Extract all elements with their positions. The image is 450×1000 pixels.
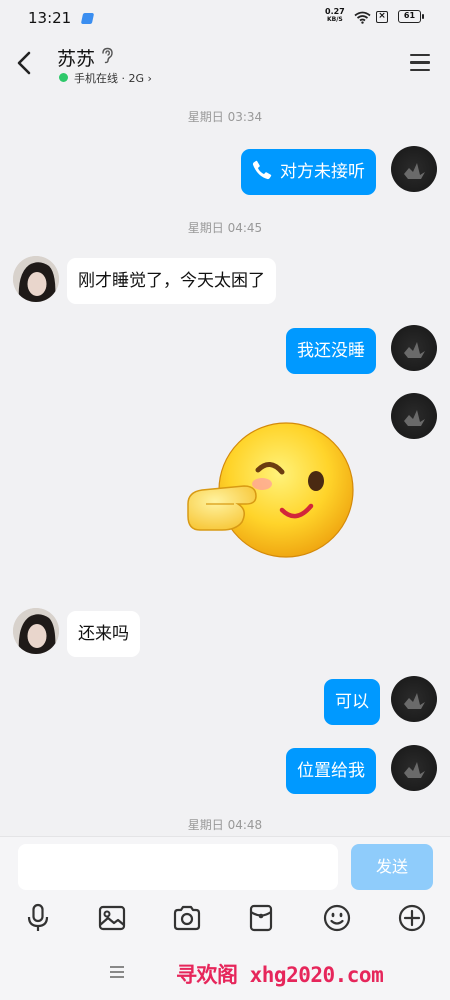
avatar[interactable] (13, 256, 59, 302)
no-sim-icon: × (376, 11, 388, 23)
timestamp: 星期日 03:34 (187, 110, 263, 124)
nav-menu-icon[interactable] (110, 966, 124, 978)
wink-emoji-sticker[interactable] (186, 418, 356, 563)
watermark: 寻欢阁 xhg2020.com (176, 963, 384, 987)
network-speed-unit: KB/S (327, 16, 343, 23)
battery-icon: 61 (398, 10, 424, 23)
battery-level: 61 (403, 11, 416, 20)
camera-icon[interactable] (172, 903, 202, 933)
app-notification-icon (80, 13, 95, 24)
emoji-icon[interactable] (322, 903, 352, 933)
send-button[interactable]: 发送 (351, 844, 433, 890)
red-packet-icon[interactable] (246, 903, 276, 933)
call-message-bubble[interactable]: 对方未接听 (241, 149, 376, 195)
network-speed: 0.27 KB/S (325, 8, 345, 24)
timestamp: 星期日 04:48 (187, 818, 263, 832)
call-status-text: 对方未接听 (280, 162, 365, 182)
avatar[interactable] (391, 393, 437, 439)
message-bubble[interactable]: 位置给我 (286, 748, 376, 794)
online-status[interactable]: 手机在线 · 2G › (74, 70, 152, 86)
network-speed-value: 0.27 (325, 7, 345, 16)
message-bubble[interactable]: 刚才睡觉了，今天太困了 (67, 258, 276, 304)
mic-icon[interactable] (23, 903, 53, 933)
timestamp: 星期日 04:45 (187, 221, 263, 235)
message-input[interactable] (18, 844, 338, 890)
menu-icon[interactable] (410, 54, 430, 72)
contact-name[interactable]: 苏苏 (57, 44, 95, 71)
status-bar: 13:21 0.27 KB/S × 61 (0, 0, 450, 36)
status-time: 13:21 (28, 9, 72, 27)
input-bar: 发送 (0, 836, 450, 896)
message-bubble[interactable]: 我还没睡 (286, 328, 376, 374)
chat-toolbar (0, 896, 450, 938)
system-nav-bar: 寻欢阁 xhg2020.com (0, 938, 450, 1000)
avatar[interactable] (391, 676, 437, 722)
ear-icon (102, 47, 113, 64)
avatar[interactable] (391, 325, 437, 371)
image-icon[interactable] (97, 903, 127, 933)
plus-icon[interactable] (397, 903, 427, 933)
avatar[interactable] (391, 745, 437, 791)
online-indicator (59, 73, 68, 82)
avatar[interactable] (13, 608, 59, 654)
chat-header: 苏苏 手机在线 · 2G › (0, 36, 450, 92)
message-bubble[interactable]: 可以 (324, 679, 380, 725)
wifi-icon (354, 11, 371, 24)
phone-icon (252, 160, 272, 180)
message-bubble[interactable]: 还来吗 (67, 611, 140, 657)
back-icon[interactable] (14, 50, 36, 76)
avatar[interactable] (391, 146, 437, 192)
